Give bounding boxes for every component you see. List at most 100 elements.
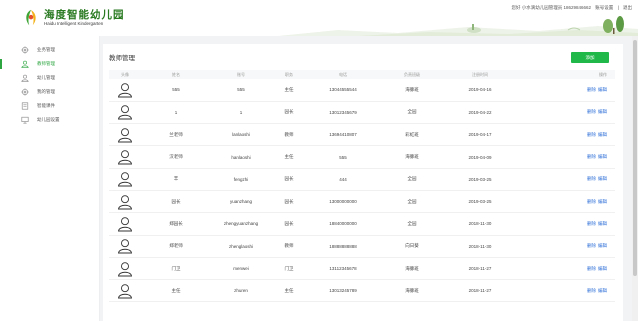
cell-phone: 18888888888 [307, 235, 379, 258]
edit-link[interactable]: 编辑 [598, 154, 607, 159]
cell-register-date: 2018-11-30 [445, 235, 515, 258]
sidebar: 业务管理 教师管理 幼儿管理 我的管理 智能课件 幼儿园设置 [0, 36, 100, 321]
delete-link[interactable]: 删除 [587, 132, 596, 137]
cell-role: 园长 [271, 190, 307, 214]
cell-phone: 555 [307, 145, 379, 169]
cell-role: 门卫 [271, 257, 307, 281]
account-settings-link[interactable]: 账号设置 [595, 5, 613, 10]
column-header-account: 账号 [211, 70, 271, 79]
cell-register-date: 2018-11-27 [445, 279, 515, 303]
column-header-register-date: 注册时间 [445, 70, 515, 79]
avatar-icon [117, 261, 133, 277]
cell-phone: 13012345679 [307, 101, 379, 125]
edit-link[interactable]: 编辑 [598, 221, 607, 226]
logo-title: 海度智能幼儿园 [44, 9, 125, 21]
cell-name: 555 [141, 79, 211, 102]
edit-link[interactable]: 编辑 [598, 109, 607, 114]
sidebar-item-label: 幼儿园设置 [37, 117, 60, 122]
column-header-role: 职务 [271, 70, 307, 79]
cell-class: 向日葵 [379, 235, 445, 258]
delete-link[interactable]: 删除 [587, 154, 596, 159]
delete-link[interactable]: 删除 [587, 87, 596, 92]
cell-register-date: 2019-04-16 [445, 79, 515, 102]
sidebar-item-my-management[interactable]: 我的管理 [0, 85, 99, 99]
edit-link[interactable]: 编辑 [598, 266, 607, 271]
cell-class: 海豚班 [379, 145, 445, 169]
table-row: 郑老师 zhenglaoshi 教师 18888888888 向日葵 2018-… [109, 235, 615, 258]
cell-class: 海豚班 [379, 79, 445, 102]
cell-account: zhuren [211, 279, 271, 303]
delete-link[interactable]: 删除 [587, 199, 596, 204]
sidebar-item-label: 幼儿管理 [37, 75, 55, 80]
page-title: 教师管理 [109, 55, 135, 62]
logout-link[interactable]: 退出 [623, 5, 632, 10]
cell-phone: 13013245789 [307, 279, 379, 303]
cell-phone: 13112345678 [307, 257, 379, 281]
cell-phone: 18840000000 [307, 212, 379, 236]
cell-actions: 删除 编辑 [515, 257, 615, 281]
book-icon [21, 102, 29, 110]
cell-account: menwei [211, 257, 271, 281]
cell-name: 1 [141, 101, 211, 125]
cell-role: 教师 [271, 123, 307, 147]
cell-actions: 删除 编辑 [515, 235, 615, 258]
cell-account: hanlaoshi [211, 145, 271, 169]
logo-subtitle: Haidu Intelligent Kindergarten [44, 20, 104, 26]
sidebar-item-kindergarten-settings[interactable]: 幼儿园设置 [0, 113, 99, 127]
edit-link[interactable]: 编辑 [598, 176, 607, 181]
table-header-row: 头像 姓名 账号 职务 电话 负责班级 注册时间 操作 [109, 70, 615, 79]
cell-account: lanlaoshi [211, 123, 271, 147]
table-row: 丰 fengzhi 园长 444 全园 2019-03-25 删除 编辑 [109, 168, 615, 191]
sidebar-item-courseware[interactable]: 智能课件 [0, 99, 99, 113]
cell-register-date: 2019-04-17 [445, 123, 515, 147]
edit-link[interactable]: 编辑 [598, 243, 607, 248]
delete-link[interactable]: 删除 [587, 109, 596, 114]
cell-actions: 删除 编辑 [515, 212, 615, 236]
cell-role: 园长 [271, 168, 307, 191]
cell-register-date: 2019-04-22 [445, 101, 515, 125]
edit-link[interactable]: 编辑 [598, 87, 607, 92]
sidebar-item-children[interactable]: 幼儿管理 [0, 71, 99, 85]
cell-account: yuanzhang [211, 190, 271, 214]
add-teacher-button[interactable]: 添加 [571, 52, 609, 63]
sidebar-item-business[interactable]: 业务管理 [0, 43, 99, 57]
cell-class: 全园 [379, 168, 445, 191]
avatar-icon [117, 82, 133, 98]
logo[interactable]: 海度智能幼儿园 Haidu Intelligent Kindergarten [22, 9, 125, 27]
column-header-phone: 电话 [307, 70, 379, 79]
edit-link[interactable]: 编辑 [598, 199, 607, 204]
delete-link[interactable]: 删除 [587, 243, 596, 248]
cell-actions: 删除 编辑 [515, 79, 615, 102]
column-header-avatar: 头像 [109, 70, 141, 79]
cell-name: 丰 [141, 168, 211, 191]
sidebar-item-teachers[interactable]: 教师管理 [0, 57, 99, 71]
delete-link[interactable]: 删除 [587, 176, 596, 181]
logo-mark-icon [26, 9, 36, 26]
cell-register-date: 2019-04-09 [445, 145, 515, 169]
monitor-icon [21, 116, 29, 124]
column-header-name: 姓名 [141, 70, 211, 79]
vertical-scrollbar[interactable] [632, 36, 638, 321]
sidebar-item-label: 智能课件 [37, 103, 55, 108]
delete-link[interactable]: 删除 [587, 221, 596, 226]
cell-name: 郑园长 [141, 212, 211, 236]
user-icon [21, 74, 29, 82]
edit-link[interactable]: 编辑 [598, 288, 607, 293]
delete-link[interactable]: 删除 [587, 288, 596, 293]
delete-link[interactable]: 删除 [587, 266, 596, 271]
cell-actions: 删除 编辑 [515, 123, 615, 147]
cell-account: 555 [211, 79, 271, 102]
scrollbar-thumb[interactable] [633, 40, 637, 276]
cell-class: 全园 [379, 190, 445, 214]
cell-actions: 删除 编辑 [515, 168, 615, 191]
cell-role: 园长 [271, 212, 307, 236]
avatar-icon [117, 238, 133, 254]
top-header: 海度智能幼儿园 Haidu Intelligent Kindergarten 您… [0, 0, 638, 36]
cell-role: 主任 [271, 279, 307, 303]
table-row: 园长 yuanzhang 园长 13000000000 全园 2019-03-2… [109, 190, 615, 214]
cell-role: 主任 [271, 145, 307, 169]
table-row: 555 555 主任 13044555544 海豚班 2019-04-16 删除… [109, 79, 615, 102]
table-row: 汉老师 hanlaoshi 主任 555 海豚班 2019-04-09 删除 编辑 [109, 145, 615, 169]
edit-link[interactable]: 编辑 [598, 132, 607, 137]
cell-role: 主任 [271, 79, 307, 102]
